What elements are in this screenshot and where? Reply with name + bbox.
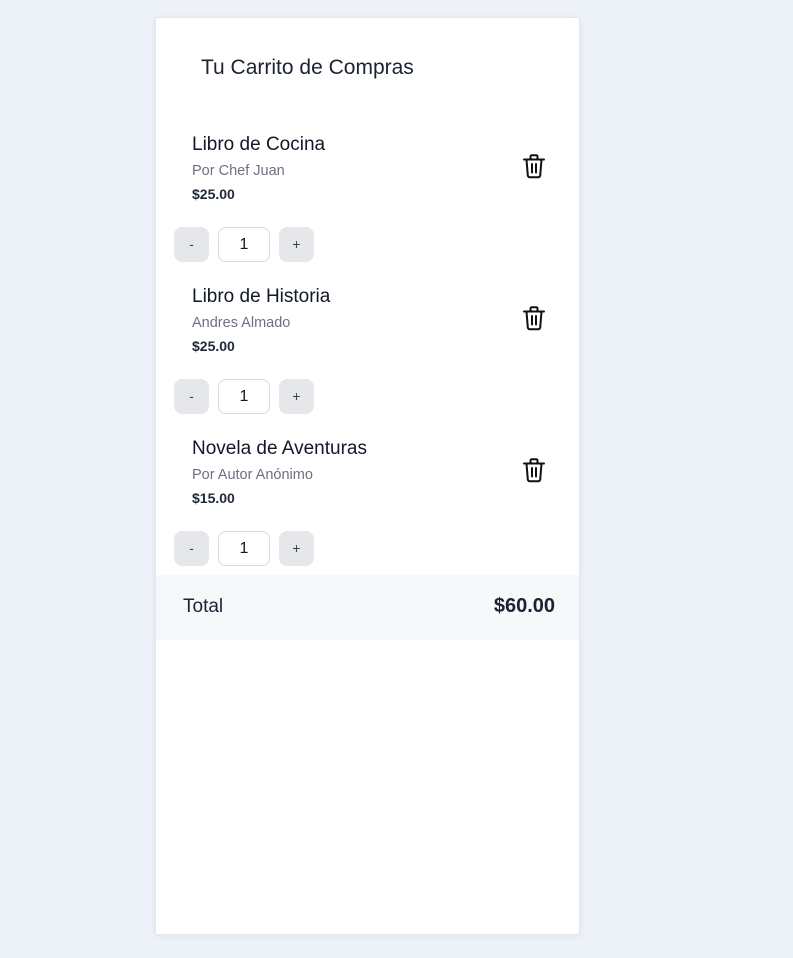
item-price: $25.00 [192,186,235,202]
item-name: Libro de Historia [192,286,331,307]
total-value: $60.00 [493,595,555,617]
item-price: $15.00 [192,490,235,506]
decrement-button[interactable]: - [174,379,209,414]
total-bar: Total $60.00 [156,575,579,640]
item-name: Novela de Aventuras [192,438,367,459]
trash-icon[interactable] [522,305,546,331]
increment-button[interactable]: + [279,531,314,566]
cart-title: Tu Carrito de Compras [201,56,414,79]
cart-item: Novela de Aventuras Por Autor Anónimo $1… [156,433,581,585]
cart-item: Libro de Cocina Por Chef Juan $25.00 - + [156,129,581,281]
item-author: Por Chef Juan [192,163,285,179]
increment-button[interactable]: + [279,227,314,262]
item-author: Por Autor Anónimo [192,467,313,483]
item-price: $25.00 [192,338,235,354]
cart-panel: Tu Carrito de Compras Libro de Cocina Po… [155,17,580,935]
quantity-input[interactable] [218,531,270,566]
quantity-input[interactable] [218,227,270,262]
quantity-input[interactable] [218,379,270,414]
cart-item: Libro de Historia Andres Almado $25.00 -… [156,281,581,433]
total-label: Total [183,596,224,617]
item-name: Libro de Cocina [192,134,326,155]
trash-icon[interactable] [522,153,546,179]
decrement-button[interactable]: - [174,227,209,262]
item-author: Andres Almado [192,315,291,331]
trash-icon[interactable] [522,457,546,483]
increment-button[interactable]: + [279,379,314,414]
decrement-button[interactable]: - [174,531,209,566]
